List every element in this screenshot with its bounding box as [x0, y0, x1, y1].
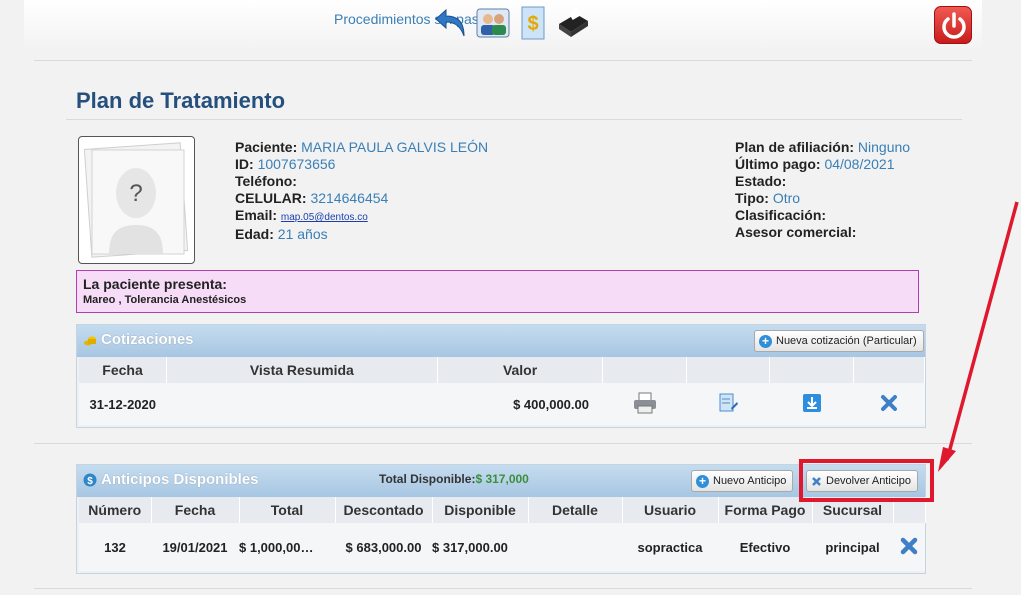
col-print — [602, 357, 687, 383]
plan-afiliacion-row: Plan de afiliación: Ninguno — [735, 139, 911, 155]
edit-cell — [686, 383, 769, 425]
col-total[interactable]: Total — [239, 497, 336, 523]
users-icon[interactable] — [476, 6, 510, 40]
cell-fecha: 19/01/2021 — [162, 539, 228, 555]
patient-plan-info: Plan de afiliación: Ninguno Último pago:… — [735, 139, 910, 241]
col-numero[interactable]: Número — [79, 497, 152, 523]
patient-id-row: ID: 1007673656 — [235, 156, 336, 172]
col-fecha[interactable]: Fecha — [79, 357, 167, 383]
top-bar: Procedimientos sin pasar $ — [24, 0, 982, 48]
nuevo-anticipo-button[interactable]: + Nuevo Anticipo — [691, 470, 794, 492]
col-valor[interactable]: Valor — [437, 357, 604, 383]
cotizaciones-table: Fecha Vista Resumida Valor 31-12-2020 $ … — [79, 357, 926, 425]
cell-valor: $ 400,000.00 — [513, 396, 589, 412]
avatar-placeholder-icon: ? — [83, 142, 189, 258]
cell-descontado: $ 683,000.00 — [345, 539, 422, 555]
alert-title: La paciente presenta: — [83, 276, 227, 292]
estado-row: Estado: — [735, 173, 787, 189]
col-detalle[interactable]: Detalle — [528, 497, 623, 523]
divider — [34, 588, 972, 589]
anticipos-table: Número Fecha Total Descontado Disponible… — [79, 497, 926, 571]
email-link[interactable]: map.05@dentos.co — [281, 212, 368, 223]
col-forma-pago[interactable]: Forma Pago — [718, 497, 813, 523]
pos-terminal-icon[interactable] — [556, 6, 590, 40]
plus-icon: + — [759, 334, 772, 348]
cell-total: $ 1,000,00… — [239, 539, 314, 555]
ultimo-pago-row: Último pago: 04/08/2021 — [735, 156, 895, 172]
money-document-icon[interactable]: $ — [516, 6, 550, 40]
tipo-row: Tipo: Otro — [735, 190, 801, 206]
delete-cell — [893, 523, 925, 571]
coins-icon — [84, 336, 96, 346]
col-descontado[interactable]: Descontado — [335, 497, 433, 523]
cell-sucursal: principal — [825, 539, 880, 555]
table-row: 132 19/01/2021 $ 1,000,00… $ 683,000.00 … — [79, 523, 925, 571]
cell-fecha: 31-12-2020 — [89, 396, 157, 412]
edit-document-icon[interactable] — [717, 392, 739, 414]
svg-text:$: $ — [527, 13, 538, 35]
printer-icon[interactable] — [632, 391, 658, 415]
divider — [34, 60, 972, 61]
clasificacion-row: Clasificación: — [735, 207, 827, 223]
logout-button[interactable] — [934, 6, 972, 44]
divider — [34, 443, 972, 444]
patient-phone-row: Teléfono: — [235, 173, 297, 189]
cotizaciones-title: Cotizaciones — [101, 331, 194, 348]
delete-x-icon[interactable] — [880, 394, 898, 412]
alert-detail: Mareo , Tolerancia Anestésicos — [83, 294, 247, 306]
dollar-coin-icon: $ — [83, 473, 97, 487]
patient-name-row: Paciente: MARIA PAULA GALVIS LEÓN — [235, 139, 489, 155]
download-icon[interactable] — [802, 393, 822, 413]
patient-age-row: Edad: 21 años — [235, 226, 328, 242]
patient-photo: ? — [78, 136, 195, 264]
return-arrow-icon[interactable] — [434, 6, 468, 40]
patient-email-row: Email: map.05@dentos.co — [235, 207, 368, 223]
cell-numero: 132 — [104, 539, 126, 555]
patient-alert: La paciente presenta: Mareo , Tolerancia… — [76, 270, 919, 313]
col-fecha[interactable]: Fecha — [151, 497, 240, 523]
delete-x-icon[interactable] — [899, 536, 919, 556]
col-usuario[interactable]: Usuario — [622, 497, 719, 523]
patient-cell-row: CELULAR: 3214646454 — [235, 190, 389, 206]
nueva-cotizacion-label: Nueva cotización (Particular) — [776, 335, 917, 347]
download-cell — [770, 383, 853, 425]
nuevo-anticipo-label: Nuevo Anticipo — [713, 475, 787, 487]
cell-detalle — [528, 523, 622, 571]
col-edit — [686, 357, 771, 383]
total-disponible: Total Disponible:$ 317,000 — [379, 472, 529, 486]
patient-info: Paciente: MARIA PAULA GALVIS LEÓN ID: 10… — [235, 139, 488, 243]
asesor-row: Asesor comercial: — [735, 224, 857, 240]
delete-cell — [853, 383, 924, 425]
cell-disponible: $ 317,000.00 — [432, 539, 508, 555]
nueva-cotizacion-button[interactable]: + Nueva cotización (Particular) — [754, 330, 924, 352]
divider — [66, 119, 962, 120]
table-row: 31-12-2020 $ 400,000.00 — [79, 383, 925, 425]
print-cell — [603, 383, 686, 425]
anticipos-header: $ Anticipos Disponibles Total Disponible… — [77, 465, 925, 497]
col-download — [769, 357, 854, 383]
svg-text:?: ? — [129, 180, 142, 207]
power-icon — [942, 12, 966, 39]
cotizaciones-header: Cotizaciones + Nueva cotización (Particu… — [77, 325, 925, 357]
total-disponible-value: $ 317,000 — [475, 472, 529, 486]
anticipos-title: Anticipos Disponibles — [101, 471, 259, 488]
col-delete — [853, 357, 926, 383]
highlight-box — [799, 459, 934, 502]
table-header-row: Fecha Vista Resumida Valor — [79, 357, 926, 383]
cell-forma-pago: Efectivo — [739, 539, 791, 555]
col-vista-resumida[interactable]: Vista Resumida — [166, 357, 438, 383]
cell-usuario: sopractica — [637, 539, 703, 555]
page-title: Plan de Tratamiento — [76, 88, 286, 113]
cotizaciones-panel: Cotizaciones + Nueva cotización (Particu… — [76, 324, 926, 428]
plus-icon: + — [696, 474, 709, 488]
svg-text:$: $ — [87, 476, 93, 487]
col-disponible[interactable]: Disponible — [432, 497, 529, 523]
cell-vista — [167, 383, 438, 425]
